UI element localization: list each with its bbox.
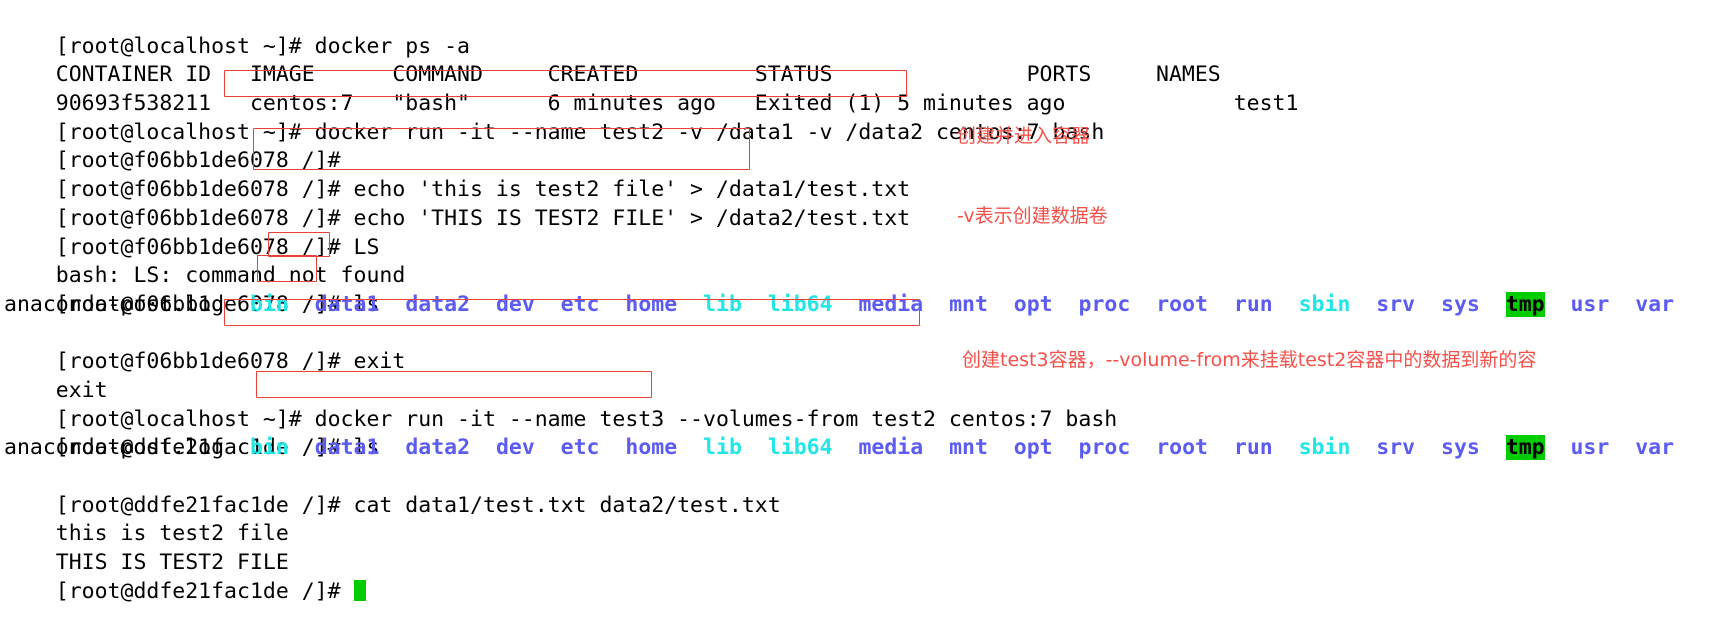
ls-entry-gap [224,292,250,317]
shell-prompt: [root@ddfe21fac1de /]# [55,578,354,604]
terminal-window[interactable]: [root@localhost ~]# docker ps -a CONTAIN… [0,0,1709,604]
ls-entry-gap [1350,435,1376,460]
terminal-line: THIS IS TEST2 FILE [4,520,1709,575]
ls-entry-gap [470,435,496,460]
ls-entry-gap [1609,435,1635,460]
ls-entry-gap [289,292,315,317]
annotation-create-enter-container: 创建并进入容器 -v表示创建数据卷 [957,76,1108,276]
ls-entry: anaconda-post.log [4,435,225,461]
ls-entry: tmp [1505,435,1545,461]
ls-entry-gap [833,292,859,317]
terminal-line: bash: LS: command not found [4,234,1709,288]
ls-entry: lib [703,435,742,461]
text-cursor [353,579,366,601]
ls-entry-gap [1415,435,1441,460]
ls-entry: bin [249,291,289,317]
ls-entry-gap [1609,292,1635,317]
ls-entry: data2 [405,291,471,317]
terminal-line: this is test2 file [4,492,1709,546]
ls-entry: media [858,435,924,461]
ls-entry-gap [289,435,315,460]
terminal-line: CONTAINER ID IMAGE COMMAND CREATED STATU… [4,33,1709,87]
ls-entry: dev [495,291,535,317]
ls-entry-gap [379,435,405,460]
ls-entry: anaconda-post.log [4,291,225,317]
terminal-line: [root@localhost ~]# docker ps -a [4,4,1709,59]
terminal-line: [root@ddfe21fac1de /]# cat data1/test.tx… [4,463,1709,518]
ls-entry: data2 [405,435,471,461]
ls-entry-gap [600,292,626,317]
ls-entry-gap [742,292,768,317]
ls-entry: lib [703,291,742,317]
ls-entry-gap [1130,435,1156,460]
ls-entry: dev [495,435,535,461]
ls-entry: var [1635,291,1675,317]
ls-entry-gap [1208,435,1234,460]
ls-entry: etc [560,291,600,317]
ls-entry-gap [833,435,859,460]
ls-entry: proc [1078,435,1131,461]
ls-entry-gap [470,292,496,317]
ls-entry-gap [224,435,250,460]
ls-entry: lib64 [767,435,833,461]
ls-entry: data1 [314,435,380,461]
ls-entry-gap [1480,435,1506,460]
terminal-line: [root@f06bb1de6078 /]# LS [4,205,1709,260]
ls-entry-gap [379,292,405,317]
ls-entry: srv [1376,435,1416,461]
ls-entry: home [625,291,678,317]
ls-entry-gap [535,292,561,317]
ls-entry: sbin [1298,435,1351,461]
ls-entry-gap [1545,435,1571,460]
ls-entry: usr [1570,291,1610,317]
ls-entry-gap [1545,292,1571,317]
ls-entry: root [1156,435,1208,461]
ls-entry-gap [600,435,626,460]
ls-entry-gap [677,292,703,317]
ls-entry: data1 [314,291,380,317]
terminal-line: [root@localhost ~]# docker run -it --nam… [4,90,1709,145]
annotation-volumes-from: 创建test3容器，--volume-from来挂载test2容器中的数据到新的… [962,300,1536,420]
ls-entry-gap [742,435,768,460]
terminal-line: [root@f06bb1de6078 /]# ls [4,262,1709,317]
ls-entry: media [858,291,924,317]
ls-entry: run [1233,435,1273,461]
ls-entry: mnt [949,435,988,461]
terminal-line: 90693f538211 centos:7 "bash" 6 minutes a… [4,61,1709,116]
annotation-line: 创建test3容器，--volume-from来挂载test2容器中的数据到新的… [962,349,1537,371]
ls-entry: sys [1441,435,1480,461]
ls-entry-gap [535,435,561,460]
ls-entry: etc [560,435,600,461]
ls-entry: usr [1570,435,1610,461]
ls-entry-gap [1053,435,1079,460]
ls-entry-gap [923,435,949,460]
ls-entry: lib64 [767,291,833,317]
ls-entry-gap [1273,435,1299,460]
ls-entry: var [1635,435,1675,461]
annotation-line: 创建并进入容器 [957,125,1091,147]
ls-entry-gap [677,435,703,460]
ls-entry-gap [988,435,1014,460]
terminal-line: [root@ddfe21fac1de /]# [4,549,1709,604]
terminal-line: [root@f06bb1de6078 /]# echo 'THIS IS TES… [4,176,1709,231]
ls-entry: home [625,435,678,461]
terminal-line: [root@f06bb1de6078 /]# [4,119,1709,173]
ls-output-row: anaconda-post.log bin data1 data2 dev et… [4,434,1709,463]
terminal-line: [root@f06bb1de6078 /]# echo 'this is tes… [4,147,1709,202]
ls-entry: opt [1013,435,1053,461]
ls-entry: bin [249,435,289,461]
ls-entry-gap [923,292,949,317]
annotation-line: -v表示创建数据卷 [957,205,1108,227]
